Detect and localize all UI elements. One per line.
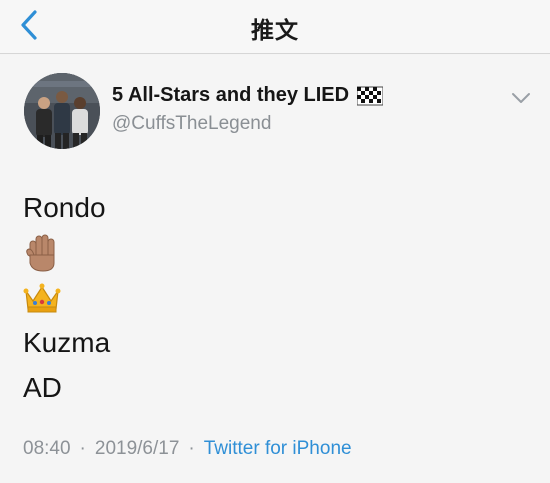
crown-icon: [23, 283, 61, 312]
display-name-text: 5 All-Stars and they LIED: [112, 84, 350, 106]
tweet-line-rondo: Rondo: [23, 191, 106, 223]
tweet-line-crown: [23, 275, 110, 320]
meta-separator: ·: [188, 438, 195, 459]
checkered-flag-icon: [357, 86, 384, 105]
tweet-detail: 5 All-Stars and they LIED @CuffsTheLegen…: [0, 55, 550, 483]
navigation-bar: 推文: [0, 0, 550, 54]
tweet-source-link[interactable]: Twitter for iPhone: [204, 438, 352, 460]
tweet-text: Rondo Kuzma AD: [23, 185, 110, 410]
page-title: 推文: [251, 18, 299, 44]
tweet-time: 08:40: [23, 438, 71, 459]
user-handle[interactable]: @CuffsTheLegend: [112, 113, 271, 135]
chevron-down-icon: [512, 93, 530, 103]
tweet-line-ad: AD: [23, 371, 62, 403]
tweet-metadata: 08:40 · 2019/6/17 · Twitter for iPhone: [23, 438, 352, 460]
tweet-line-hand: [23, 230, 110, 275]
tweet-date: 2019/6/17: [94, 438, 180, 459]
tweet-line-kuzma: Kuzma: [23, 326, 111, 358]
raised-hand-icon: [26, 234, 55, 272]
more-options-button[interactable]: [505, 87, 537, 109]
avatar-photo: [24, 73, 100, 149]
meta-separator: ·: [79, 438, 86, 459]
avatar[interactable]: [24, 73, 100, 149]
display-name[interactable]: 5 All-Stars and they LIED: [112, 84, 384, 107]
